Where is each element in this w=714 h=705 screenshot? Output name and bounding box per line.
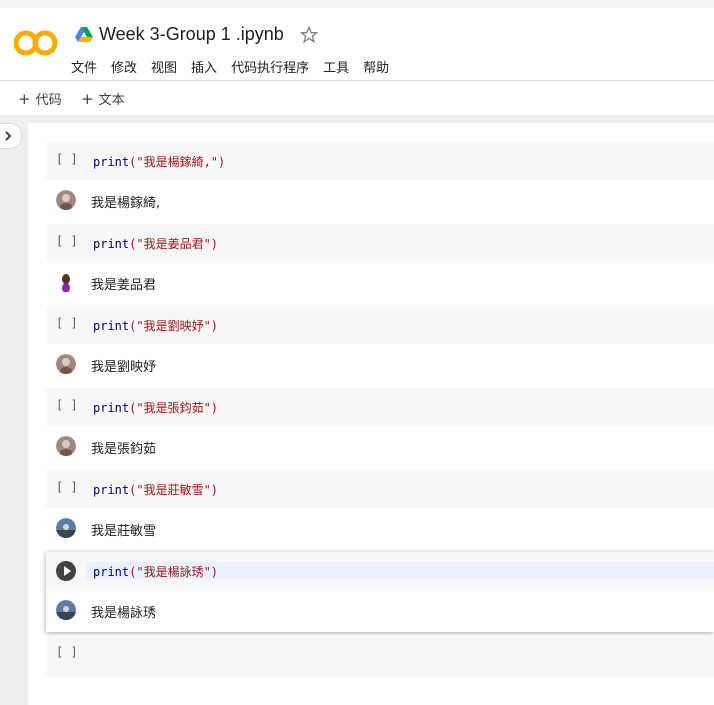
output-text: 我是莊敏雪	[91, 524, 157, 539]
code-line: print("我是莊敏雪")	[93, 483, 219, 497]
code-cell[interactable]: [ ] print("我是莊敏雪") 我是莊敏雪	[46, 470, 714, 552]
menu-bar: 文件 修改 视图 插入 代码执行程序 工具 帮助	[71, 57, 403, 76]
plus-icon: +	[18, 89, 31, 108]
user-avatar	[56, 272, 76, 292]
user-avatar	[56, 518, 76, 538]
cell-output: 我是楊詠琇	[46, 590, 714, 634]
code-cell[interactable]: [ ] print("我是張鈞茹") 我是張鈞茹	[46, 388, 714, 470]
code-editor[interactable]: [ ] print("我是姜品君")	[46, 224, 714, 262]
execution-count: [ ]	[56, 234, 78, 248]
code-cell[interactable]: [ ] print("我是劉映妤") 我是劉映妤	[46, 306, 714, 388]
code-editor[interactable]: [ ] print("我是劉映妤")	[46, 306, 714, 344]
code-line: print("我是楊鎵綺,")	[93, 155, 226, 169]
browser-address-strip	[0, 0, 714, 8]
cell-output: 我是姜品君	[46, 262, 714, 306]
cell-output: 我是楊鎵綺,	[46, 180, 714, 224]
output-text: 我是劉映妤	[91, 360, 157, 375]
add-code-label: 代码	[35, 93, 62, 108]
code-line: print("我是張鈞茹")	[93, 401, 219, 415]
output-text: 我是楊鎵綺,	[91, 196, 161, 211]
menu-insert[interactable]: 插入	[191, 57, 217, 76]
star-icon[interactable]	[299, 25, 318, 44]
cell-output: 我是劉映妤	[46, 344, 714, 388]
menu-view[interactable]: 视图	[151, 57, 177, 76]
cell-output: 我是張鈞茹	[46, 426, 714, 470]
user-avatar	[56, 436, 76, 456]
cell-output: 我是莊敏雪	[46, 508, 714, 552]
output-text: 我是張鈞茹	[91, 442, 157, 457]
notebook-header: Week 3-Group 1 .ipynb 文件 修改 视图 插入 代码执行程序…	[0, 8, 714, 80]
add-text-button[interactable]: + 文本	[81, 89, 125, 109]
code-cell-active[interactable]: print("我是楊詠琇") 我是楊詠琇	[46, 552, 714, 632]
menu-runtime[interactable]: 代码执行程序	[231, 57, 309, 76]
notebook-main: [ ] print("我是楊鎵綺,") 我是楊鎵綺, [ ] print("我是…	[28, 115, 714, 705]
execution-count: [ ]	[56, 480, 78, 494]
expand-sidebar-button[interactable]	[0, 123, 22, 149]
execution-count: [ ]	[56, 645, 78, 659]
left-gutter	[0, 115, 28, 705]
run-cell-button[interactable]	[56, 561, 76, 581]
code-cell[interactable]: [ ] print("我是姜品君") 我是姜品君	[46, 224, 714, 306]
user-avatar	[56, 600, 76, 620]
output-text: 我是楊詠琇	[91, 606, 157, 621]
execution-count: [ ]	[56, 398, 78, 412]
menu-tools[interactable]: 工具	[323, 57, 349, 76]
google-drive-icon	[75, 26, 93, 42]
code-editor[interactable]: [ ] print("我是莊敏雪")	[46, 470, 714, 508]
add-text-label: 文本	[98, 93, 125, 108]
code-line: print("我是姜品君")	[93, 237, 219, 251]
code-editor[interactable]: [ ] print("我是楊鎵綺,")	[46, 142, 714, 180]
code-cell[interactable]: [ ] print("我是楊鎵綺,") 我是楊鎵綺,	[46, 142, 714, 224]
code-line: print("我是楊詠琇")	[93, 565, 219, 579]
menu-help[interactable]: 帮助	[363, 57, 389, 76]
empty-code-cell[interactable]: [ ]	[46, 635, 714, 677]
chevron-right-icon	[5, 131, 12, 141]
execution-count: [ ]	[56, 316, 78, 330]
output-text: 我是姜品君	[91, 278, 157, 293]
plus-icon: +	[81, 89, 94, 108]
notebook-toolbar: + 代码 + 文本	[0, 80, 714, 115]
menu-edit[interactable]: 修改	[111, 57, 137, 76]
notebook-title[interactable]: Week 3-Group 1 .ipynb	[99, 24, 284, 45]
code-line: print("我是劉映妤")	[93, 319, 219, 333]
execution-count: [ ]	[56, 152, 78, 166]
add-code-button[interactable]: + 代码	[18, 89, 62, 109]
menu-file[interactable]: 文件	[71, 57, 97, 76]
code-editor[interactable]: [ ] print("我是張鈞茹")	[46, 388, 714, 426]
code-editor[interactable]: print("我是楊詠琇")	[46, 552, 714, 590]
user-avatar	[56, 354, 76, 374]
user-avatar	[56, 190, 76, 210]
colab-logo[interactable]	[14, 28, 58, 58]
